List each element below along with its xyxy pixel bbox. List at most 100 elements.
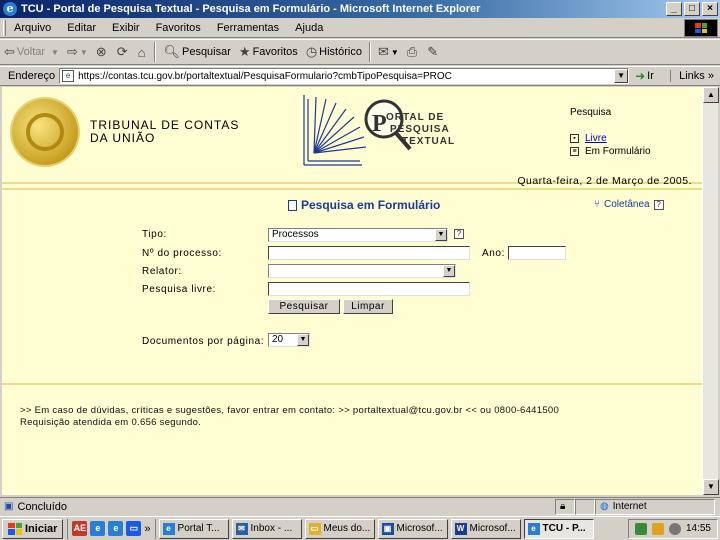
task-meus-documentos[interactable]: ▭ Meus do... (304, 518, 375, 539)
history-label: Histórico (319, 46, 362, 58)
search-button[interactable]: 🔍︎ Pesquisar (159, 41, 234, 63)
tipo-value: Processos (272, 229, 319, 240)
processo-input[interactable] (268, 246, 470, 260)
menu-exibir[interactable]: Exibir (104, 22, 148, 34)
edit-icon: ✎ (427, 44, 439, 59)
print-button[interactable]: ⎙ (403, 41, 423, 63)
quicklaunch-more-icon[interactable]: » (144, 523, 150, 535)
history-icon: ◷ (305, 44, 318, 59)
search-icon: 🔍︎ (163, 44, 180, 59)
status-zone: ◍ Internet (595, 498, 715, 515)
quicklaunch-desktop-icon[interactable]: ▭ (126, 521, 142, 536)
go-label: Ir (647, 70, 654, 82)
task-portal[interactable]: e Portal T... (158, 518, 229, 539)
go-arrow-icon: ➜ (635, 69, 646, 83)
go-button[interactable]: ➜ Ir (629, 69, 660, 83)
home-icon: ⌂ (137, 44, 146, 60)
relator-dropdown-icon[interactable]: ▼ (443, 265, 455, 277)
portal-line3: TEXTUAL (402, 136, 456, 147)
taskbar: Iniciar AE e e ▭ » e Portal T... ✉ Inbox -… (0, 516, 720, 540)
livre-link[interactable]: Livre (585, 133, 607, 144)
current-date: Quarta-feira, 2 de Março de 2005. (517, 175, 692, 187)
tray-network-icon[interactable] (634, 522, 647, 535)
menu-arquivo[interactable]: Arquivo (6, 22, 59, 34)
address-dropdown-icon[interactable]: ▼ (614, 69, 629, 83)
task-microsoft-1[interactable]: ▣ Microsof... (377, 518, 448, 539)
tray-pen-icon[interactable] (651, 522, 664, 535)
document-icon: ≡ (570, 147, 579, 156)
ano-label: Ano: (482, 248, 505, 259)
page-footer: >> Em caso de dúvidas, críticas e sugest… (20, 405, 559, 429)
task-inbox[interactable]: ✉ Inbox - ... (231, 518, 302, 539)
limpar-button[interactable]: Limpar (343, 299, 393, 314)
tcu-logo (12, 99, 78, 165)
back-button[interactable]: ⇦ Voltar ▼ (0, 41, 63, 63)
edit-button[interactable]: ✎ (423, 41, 444, 63)
vertical-scrollbar[interactable]: ▲ ▼ (702, 87, 719, 495)
quicklaunch-ie-icon[interactable]: e (90, 521, 106, 536)
menu-favoritos[interactable]: Favoritos (148, 22, 209, 34)
quicklaunch-ie2-icon[interactable]: e (108, 521, 124, 536)
menu-ferramentas[interactable]: Ferramentas (209, 22, 287, 34)
tipo-help-icon[interactable]: ? (454, 229, 464, 239)
back-arrow-icon: ⇦ (4, 44, 15, 59)
relator-select[interactable]: ▼ (268, 264, 456, 278)
close-button[interactable]: × (702, 2, 718, 16)
back-label: Voltar (16, 46, 46, 58)
coletanea-label[interactable]: Coletânea (604, 199, 650, 210)
menu-editar[interactable]: Editar (59, 22, 104, 34)
windows-logo-icon (684, 19, 718, 37)
docs-dropdown-icon[interactable]: ▼ (297, 334, 309, 346)
scroll-down-icon[interactable]: ▼ (703, 479, 719, 495)
links-chevron-icon: » (707, 70, 714, 82)
task-label: TCU - P... (542, 523, 586, 534)
processo-label: Nº do processo: (142, 248, 222, 259)
scroll-up-icon[interactable]: ▲ (703, 87, 719, 103)
mail-icon: ✉ (377, 44, 389, 59)
forward-button[interactable]: ⇨ ▼ (63, 41, 92, 63)
refresh-button[interactable]: ⟳ (113, 41, 134, 63)
address-label: Endereço (8, 70, 56, 82)
ano-input[interactable] (508, 246, 566, 260)
menu-bar: Arquivo Editar Exibir Favoritos Ferramen… (0, 18, 720, 38)
org-name: TRIBUNAL DE CONTAS DA UNIÃO (90, 119, 239, 145)
menu-ajuda[interactable]: Ajuda (287, 22, 331, 34)
status-text: Concluído (17, 500, 67, 513)
zone-label: Internet (612, 501, 647, 512)
docs-per-page-select[interactable]: 20 ▼ (268, 333, 310, 347)
toolbar-separator-2 (368, 42, 371, 62)
portal-title: ORTAL DE PESQUISA TEXTUAL (386, 112, 455, 148)
task-tcu-active[interactable]: e TCU - P... (523, 518, 594, 539)
browser-window: e TCU - Portal de Pesquisa Textual - Pes… (0, 0, 720, 540)
tipo-label: Tipo: (142, 229, 167, 240)
mail-button[interactable]: ✉ ▼ (374, 41, 403, 63)
tipo-dropdown-icon[interactable]: ▼ (435, 229, 447, 241)
coletanea-link[interactable]: ⑂ Coletânea ? (594, 199, 664, 210)
footer-timing: Requisição atendida em 0.656 segundo. (20, 417, 202, 428)
link-livre[interactable]: ▪ Livre (570, 132, 651, 145)
footer-divider (2, 383, 702, 385)
maximize-button[interactable]: □ (684, 2, 700, 16)
pesquisar-button[interactable]: Pesquisar (268, 299, 340, 314)
docs-per-page-label: Documentos por página: (142, 336, 265, 347)
tipo-select[interactable]: Processos ▼ (268, 228, 448, 242)
links-button[interactable]: Links » (670, 70, 720, 82)
link-formulario[interactable]: ≡ Em Formulário (570, 145, 651, 158)
quicklaunch-app-icon[interactable]: AE (72, 521, 88, 536)
history-button[interactable]: ◷ Histórico (302, 41, 366, 63)
minimize-button[interactable]: _ (666, 2, 682, 16)
stop-button[interactable]: ⊗ (92, 41, 113, 63)
status-page-icon: ▣ (4, 501, 14, 512)
toolbar-separator (154, 42, 157, 62)
address-input[interactable]: e https://contas.tcu.gov.br/portaltextua… (59, 68, 630, 84)
task-label: Microsof... (396, 523, 443, 534)
tray-clock[interactable]: 14:55 (686, 523, 711, 534)
tray-volume-icon[interactable] (668, 522, 681, 535)
favorites-button[interactable]: ★ Favoritos (235, 41, 302, 63)
start-button[interactable]: Iniciar (2, 518, 64, 539)
home-button[interactable]: ⌂ (134, 41, 152, 63)
coletanea-help-icon[interactable]: ? (653, 199, 664, 210)
task-microsoft-word[interactable]: W Microsof... (450, 518, 521, 539)
task-ie-icon: e (527, 522, 540, 535)
pesquisa-livre-input[interactable] (268, 282, 470, 296)
